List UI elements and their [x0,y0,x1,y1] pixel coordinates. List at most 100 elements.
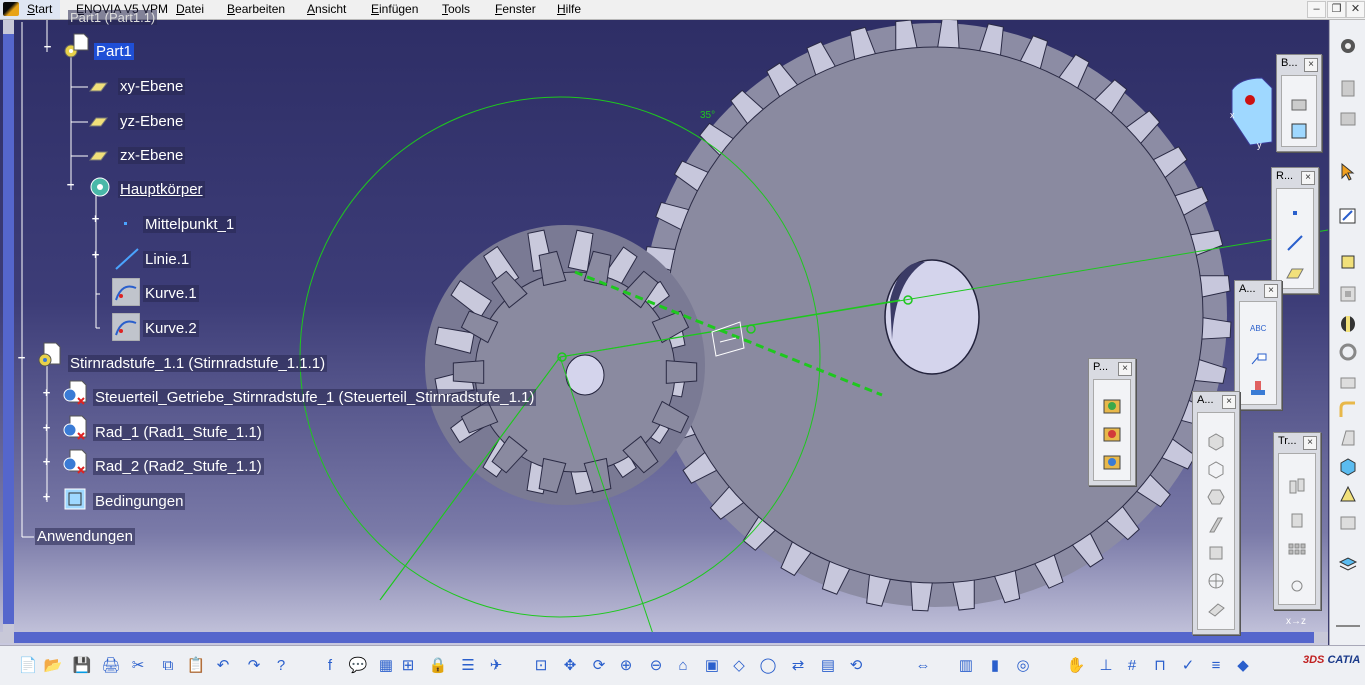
check-icon[interactable]: ✓ [1178,656,1198,676]
tree-item-bedingungen[interactable]: Bedingungen [93,493,186,510]
open-folder-icon[interactable]: 📂 [43,656,63,676]
tree-item-part1[interactable]: Part1 [94,43,134,60]
mass-icon[interactable]: ▮ [985,656,1005,676]
expand-icon[interactable]: + [41,455,52,468]
tree-list-icon[interactable]: ☰ [458,656,478,676]
zoom-in-icon[interactable]: ⊕ [616,656,636,676]
publish-green-icon[interactable] [1102,396,1122,416]
hexagon-icon[interactable] [1206,487,1226,507]
shell-icon[interactable] [1338,456,1358,476]
catalog-icon[interactable]: ▥ [956,656,976,676]
translate-icon[interactable] [1287,476,1307,496]
palette-b[interactable]: B... × [1276,54,1322,152]
paste-icon[interactable]: 📋 [186,656,206,676]
tree-item-linie[interactable]: Linie.1 [143,251,192,268]
edge-fillet-icon[interactable] [1338,400,1358,420]
hide-show-icon[interactable]: ◯ [758,656,778,676]
new-file-icon[interactable]: 📄 [18,656,38,676]
box-icon[interactable] [1289,120,1309,140]
palette-a2[interactable]: A... × [1192,391,1240,635]
bar-chart-icon[interactable] [1289,92,1309,112]
wireframe-cube-icon[interactable] [1206,459,1226,479]
palette-r[interactable]: R... × [1271,167,1319,294]
scale-icon[interactable] [1287,576,1307,596]
collapse-icon[interactable]: − [65,178,76,191]
tree-item-part1-partial[interactable]: Part1 (Part1.1) [68,10,158,25]
layers-icon[interactable] [1206,543,1226,563]
flag-note-icon[interactable] [1248,348,1268,368]
shaft-icon[interactable] [1338,314,1358,334]
restore-button[interactable]: ❐ [1327,1,1346,18]
collapse-icon[interactable]: − [16,351,27,364]
groove-icon[interactable] [1338,342,1358,362]
palette-tr[interactable]: Tr... × [1273,432,1321,610]
target-icon[interactable] [1206,571,1226,591]
tree-item-xy-plane[interactable]: xy-Ebene [118,78,186,95]
close-icon[interactable]: × [1118,362,1132,376]
pan-icon[interactable]: ✥ [560,656,580,676]
iso-view-icon[interactable]: ◇ [729,656,749,676]
whats-this-icon[interactable]: ? [271,656,291,676]
menu-item-fenster[interactable]: Fenster [495,2,536,16]
horizontal-scrollbar[interactable] [0,632,1328,643]
hole-icon[interactable] [1338,372,1358,392]
assembly-icon[interactable] [1338,108,1358,128]
tree-item-steuerteil[interactable]: Steuerteil_Getriebe_Stirnradstufe_1 (Ste… [93,389,537,406]
gear-workbench-icon[interactable] [1338,36,1358,56]
3d-viewport[interactable]: 35° x y [0,20,1328,645]
text-annotation-icon[interactable]: ABC [1248,318,1268,338]
expand-icon[interactable]: + [41,386,52,399]
line-icon[interactable] [1285,233,1305,253]
numeric-icon[interactable]: # [1122,656,1142,676]
pad-icon[interactable] [1338,252,1358,272]
menu-item-datei[interactable]: Datei [176,2,204,16]
sketch-icon[interactable] [1338,206,1358,226]
menu-item-bearbeiten[interactable]: Bearbeiten [227,2,285,16]
tree-item-anwendungen[interactable]: Anwendungen [35,528,135,545]
fly-icon[interactable]: ✈ [486,656,506,676]
point-icon[interactable] [1285,203,1305,223]
thickness-icon[interactable] [1338,484,1358,504]
close-icon[interactable]: × [1304,58,1318,72]
tree-item-kurve-1[interactable]: Kurve.1 [143,285,199,302]
close-icon[interactable]: × [1264,284,1278,298]
hand-icon[interactable]: ✋ [1066,656,1086,676]
pocket-icon[interactable] [1338,284,1358,304]
plane-icon[interactable] [1285,263,1305,283]
eraser-icon[interactable]: ◆ [1233,656,1253,676]
axis-system-icon[interactable]: ⊥ [1096,656,1116,676]
cylinder-icon[interactable]: ⊓ [1150,656,1170,676]
rotate-icon[interactable]: ⟳ [589,656,609,676]
normal-view-icon[interactable]: ⌂ [673,656,693,676]
solid-cube-icon[interactable] [1206,431,1226,451]
tree-item-rad-2[interactable]: Rad_2 (Rad2_Stufe_1.1) [93,458,264,475]
save-icon[interactable]: 💾 [72,656,92,676]
measure-icon[interactable]: ⇔ [913,656,933,676]
product-icon[interactable] [1338,78,1358,98]
collapse-icon[interactable]: − [42,40,53,53]
cut-icon[interactable]: ✂ [128,656,148,676]
rib-icon[interactable] [1338,512,1358,532]
compass[interactable]: x y [1230,77,1273,150]
tree-item-kurve-2[interactable]: Kurve.2 [143,320,199,337]
spin-icon[interactable]: ◎ [1013,656,1033,676]
menu-item-tools[interactable]: Tools [442,2,470,16]
print-icon[interactable]: 🖨 [101,656,121,676]
menu-item-einfuegen[interactable]: Einfügen [371,2,418,16]
tree-item-mittelpunkt[interactable]: Mittelpunkt_1 [143,216,237,233]
select-cursor-icon[interactable] [1338,162,1358,182]
table-icon[interactable]: ▦ [376,656,396,676]
tree-item-yz-plane[interactable]: yz-Ebene [118,113,186,130]
expand-icon[interactable]: + [41,421,52,434]
minimize-button[interactable]: – [1307,1,1326,18]
menu-item-ansicht[interactable]: Ansicht [307,2,346,16]
pattern-icon[interactable] [1287,542,1307,562]
plate-icon[interactable] [1206,599,1226,619]
undo-icon[interactable]: ↶ [213,656,233,676]
draft-icon[interactable] [1338,428,1358,448]
palette-p[interactable]: P... × [1088,358,1136,486]
tree-item-zx-plane[interactable]: zx-Ebene [118,147,186,164]
close-icon[interactable]: × [1303,436,1317,450]
expand-icon[interactable]: + [41,490,52,503]
copy-icon[interactable]: ⧉ [158,656,178,676]
